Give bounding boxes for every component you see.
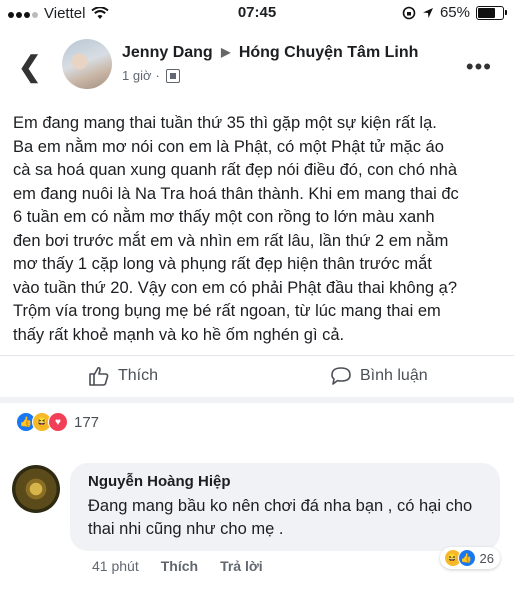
- commenter-name[interactable]: Nguyễn Hoàng Hiệp: [88, 473, 231, 490]
- post-actions: Thích Bình luận: [0, 355, 514, 398]
- globe-icon: [165, 68, 180, 83]
- post-author-line: Jenny Dang ▶ Hóng Chuyện Tâm Linh: [122, 44, 418, 62]
- comment-reactions[interactable]: 😆 👍 26: [439, 547, 500, 569]
- author-avatar[interactable]: [62, 39, 112, 89]
- group-name[interactable]: Hóng Chuyện Tâm Linh: [239, 44, 419, 61]
- arrow-right-icon: ▶: [221, 45, 231, 59]
- author-name[interactable]: Jenny Dang: [122, 44, 213, 61]
- like-button[interactable]: Thích: [88, 366, 158, 386]
- more-icon[interactable]: •••: [466, 54, 492, 80]
- comment-reaction-count: 26: [479, 550, 494, 566]
- comment-bubble: Nguyễn Hoàng Hiệp Đang mang bầu ko nên c…: [70, 463, 500, 551]
- like-label: Thích: [118, 367, 159, 384]
- comment-footer: 41 phút Thích Trả lời: [92, 558, 263, 574]
- like-icon: [89, 366, 109, 386]
- post-meta: 1 giờ ·: [122, 68, 180, 83]
- battery-fill: [478, 7, 495, 18]
- like-reaction-icon: 👍: [457, 549, 476, 567]
- comment-like-button[interactable]: Thích: [161, 558, 198, 574]
- back-chevron-icon[interactable]: ❮: [18, 50, 41, 83]
- lock-rotation-icon: [402, 6, 416, 19]
- post-header: ❮ Jenny Dang ▶ Hóng Chuyện Tâm Linh 1 gi…: [0, 30, 514, 100]
- comment-icon: [331, 367, 351, 385]
- battery-percent: 65%: [439, 4, 470, 21]
- post-text: Em đang mang thai tuần thứ 35 thì gặp mộ…: [13, 114, 459, 344]
- comment-text: Đang mang bầu ko nên chơi đá nha bạn , c…: [88, 497, 473, 538]
- commenter-avatar[interactable]: [12, 465, 60, 513]
- comment-label: Bình luận: [360, 367, 428, 384]
- love-reaction-icon: ♥: [48, 412, 68, 432]
- comment-button[interactable]: Bình luận: [330, 366, 428, 386]
- section-divider: [0, 397, 514, 403]
- reaction-count: 177: [74, 413, 100, 431]
- status-bar: Viettel 07:45 65%: [0, 0, 514, 28]
- comment-time: 41 phút: [92, 558, 139, 574]
- location-icon: [422, 7, 433, 18]
- battery-icon: [476, 5, 507, 20]
- reaction-summary[interactable]: 👍 😆 ♥ 177: [16, 412, 99, 432]
- comment-reply-button[interactable]: Trả lời: [220, 558, 263, 574]
- meta-separator: ·: [155, 68, 160, 83]
- post-time[interactable]: 1 giờ: [122, 68, 152, 83]
